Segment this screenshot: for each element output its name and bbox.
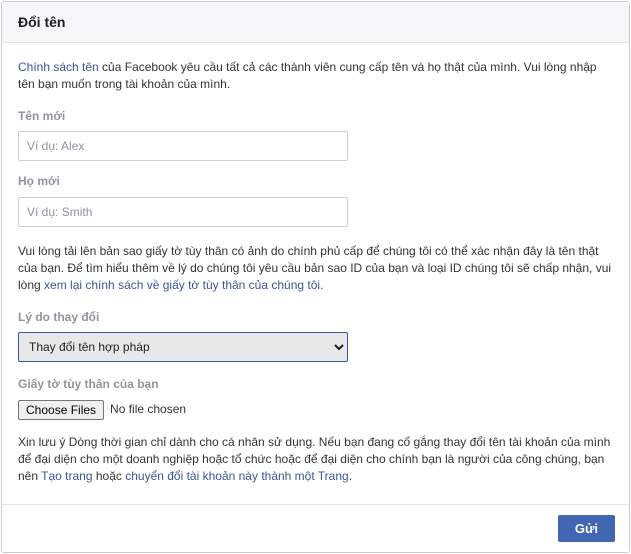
note-post: . [349, 469, 352, 483]
reason-select-wrap: Thay đổi tên hợp pháp [18, 332, 348, 362]
last-name-input[interactable] [18, 197, 348, 227]
name-policy-link[interactable]: Chính sách tên [18, 60, 99, 74]
reason-label: Lý do thay đổi [18, 309, 613, 326]
upload-post: . [320, 278, 323, 292]
intro-text: Chính sách tên của Facebook yêu cầu tất … [18, 59, 613, 94]
note-mid: hoặc [93, 469, 126, 483]
intro-rest: của Facebook yêu cầu tất cả các thành vi… [18, 60, 597, 91]
last-name-label: Họ mới [18, 173, 613, 190]
choose-files-button[interactable]: Choose Files [18, 400, 104, 420]
file-upload-row: Choose Files No file chosen [18, 400, 613, 420]
dialog-header: Đổi tên [2, 2, 629, 43]
reason-select[interactable]: Thay đổi tên hợp pháp [18, 332, 348, 362]
upload-instructions: Vui lòng tải lên bản sao giấy tờ tùy thâ… [18, 243, 613, 295]
file-status: No file chosen [110, 401, 186, 418]
change-name-dialog: Đổi tên Chính sách tên của Facebook yêu … [1, 1, 630, 553]
id-label: Giấy tờ tùy thân của bạn [18, 376, 613, 393]
dialog-body: Chính sách tên của Facebook yêu cầu tất … [2, 43, 629, 504]
first-name-input[interactable] [18, 131, 348, 161]
dialog-title: Đổi tên [18, 14, 613, 30]
first-name-label: Tên mới [18, 108, 613, 125]
id-policy-link[interactable]: xem lại chính sách về giấy tờ tùy thân c… [44, 278, 320, 292]
submit-button[interactable]: Gửi [558, 515, 615, 542]
convert-page-link[interactable]: chuyển đổi tài khoản này thành một Trang [125, 469, 348, 483]
timeline-note: Xin lưu ý Dòng thời gian chỉ dành cho cá… [18, 434, 613, 486]
create-page-link[interactable]: Tạo trang [41, 469, 92, 483]
dialog-footer: Gửi [2, 504, 629, 552]
